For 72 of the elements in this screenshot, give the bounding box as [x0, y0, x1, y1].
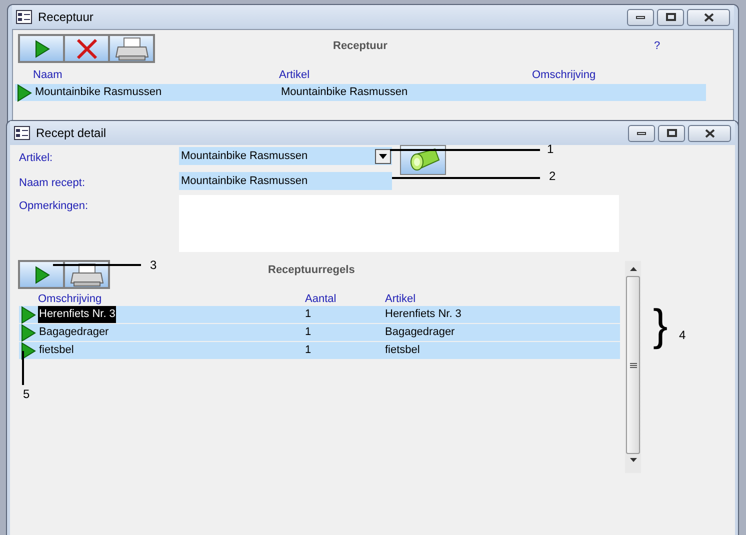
leader-line [22, 351, 24, 385]
table-cell-text: 1 [305, 343, 312, 358]
column-header: Naam [33, 68, 62, 83]
play-icon [34, 40, 50, 58]
play-icon [34, 266, 50, 284]
table-cell-text: 1 [305, 325, 312, 340]
grip-icon [630, 362, 636, 368]
dropdown-field[interactable]: Mountainbike Rasmussen [179, 147, 392, 165]
field-label: Naam recept: [19, 176, 86, 191]
subform-heading: Receptuurregels [268, 263, 355, 278]
column-header: Aantal [305, 292, 336, 307]
close-icon [704, 12, 714, 22]
field-value: Mountainbike Rasmussen [180, 148, 308, 164]
table-cell-text: Herenfiets Nr. 3 [385, 307, 462, 322]
scroll-thumb[interactable] [626, 276, 640, 454]
print-button[interactable] [64, 261, 109, 288]
field-label: Opmerkingen: [19, 199, 88, 214]
play-icon [20, 306, 36, 324]
table-row[interactable]: Bagagedrager 1 Bagagedrager [19, 324, 620, 341]
scrollbar[interactable] [625, 261, 641, 473]
open-button[interactable] [19, 35, 64, 62]
help-link[interactable]: ? [654, 38, 660, 54]
form-icon [16, 10, 32, 24]
caret-icon [379, 154, 387, 158]
callout-number: 4 [679, 327, 686, 344]
close-icon [76, 38, 98, 60]
close-button[interactable] [687, 8, 730, 26]
close-button[interactable] [688, 124, 731, 142]
input-field[interactable]: Mountainbike Rasmussen [179, 172, 392, 190]
minimize-button[interactable] [628, 124, 655, 142]
minimize-icon [636, 16, 645, 18]
column-header: Artikel [385, 292, 416, 307]
table-cell-text: Bagagedrager [385, 325, 455, 340]
lookup-button[interactable] [400, 145, 446, 175]
table-cell-text: Mountainbike Rasmussen [35, 85, 163, 100]
scroll-down-icon [630, 458, 636, 462]
dropdown-button[interactable] [375, 148, 391, 164]
column-header: Omschrijving [532, 68, 596, 83]
maximize-button[interactable] [657, 8, 684, 26]
table-cell-text: Mountainbike Rasmussen [281, 85, 408, 100]
delete-button[interactable] [64, 35, 109, 62]
callout-number: 5 [23, 386, 30, 403]
form-icon [14, 126, 30, 140]
play-icon [16, 84, 32, 102]
maximize-button[interactable] [658, 124, 685, 142]
table-row[interactable]: Herenfiets Nr. 3 1 Herenfiets Nr. 3 [19, 306, 620, 323]
minimize-icon [637, 132, 646, 134]
table-row[interactable]: Mountainbike Rasmussen Mountainbike Rasmussen [15, 84, 706, 101]
printer-icon [114, 36, 148, 60]
open-button[interactable] [19, 261, 64, 288]
close-icon [704, 128, 714, 138]
table-cell: Herenfiets Nr. 3 [38, 306, 116, 323]
field-label: Artikel: [19, 151, 53, 166]
callout-number: 2 [549, 168, 556, 185]
table-row[interactable]: fietsbel 1 fietsbel [19, 342, 620, 359]
window-title: Receptuur [38, 9, 94, 26]
play-icon [20, 324, 36, 342]
column-header: Artikel [279, 68, 310, 83]
table-cell-text: fietsbel [385, 343, 420, 358]
maximize-icon [666, 129, 676, 137]
table-cell-text: Bagagedrager [38, 325, 110, 340]
column-header: Omschrijving [38, 292, 102, 307]
callout-number: 3 [150, 257, 157, 274]
scroll-up-icon [630, 267, 636, 271]
callout-number: 1 [547, 141, 554, 158]
brace: } [653, 301, 668, 351]
table-cell-text: 1 [305, 307, 312, 322]
table-cell-text: fietsbel [38, 343, 75, 358]
minimize-button[interactable] [627, 8, 654, 26]
window-title: Recept detail [36, 125, 106, 142]
maximize-icon [666, 13, 676, 21]
form-heading: Receptuur [333, 39, 388, 54]
